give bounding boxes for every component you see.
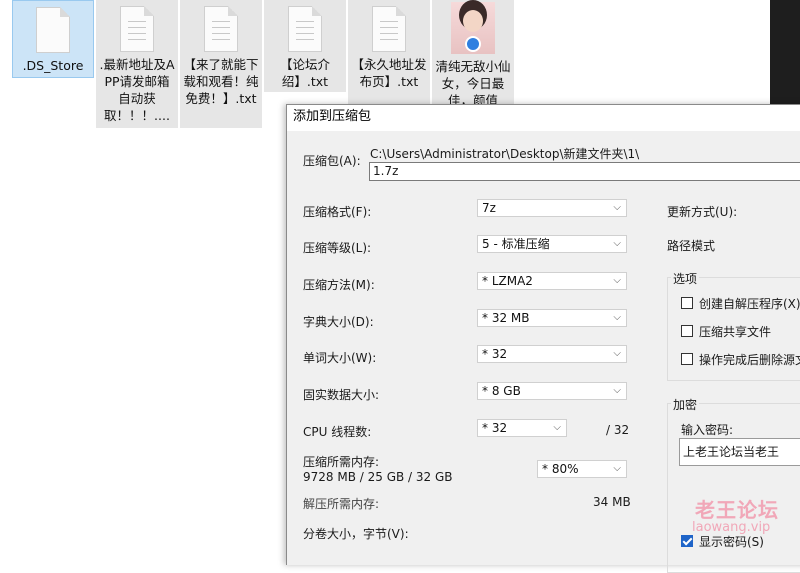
password-input[interactable]: 上老王论坛当老王: [679, 438, 800, 466]
file-video[interactable]: 清纯无敌小仙女，今日最佳，颜值: [432, 0, 514, 104]
word-label: 单词大小(W):: [303, 351, 377, 365]
archive-path: C:\Users\Administrator\Desktop\新建文件夹\1\: [370, 147, 640, 161]
file-icon: [120, 6, 154, 52]
mem-label: 压缩所需内存:: [303, 455, 380, 469]
chevron-down-icon: ⌵: [613, 202, 621, 213]
file-latest-address[interactable]: .最新地址及APP请发邮箱自动获取！！！....: [96, 0, 178, 128]
delete-after-label: 操作完成后删除源文: [699, 353, 800, 367]
video-thumbnail: [451, 2, 495, 54]
player-badge-icon: [465, 36, 481, 52]
dialog-title: 添加到压缩包: [287, 105, 800, 131]
solid-label: 固实数据大小:: [303, 388, 380, 402]
shared-checkbox[interactable]: [681, 325, 693, 337]
mem-percent-select[interactable]: * 80% ⌵: [537, 460, 627, 478]
archive-name-input[interactable]: 1.7z: [369, 162, 800, 181]
file-permanent-address[interactable]: 【永久地址发布页】.txt: [348, 0, 430, 104]
dict-label: 字典大小(D):: [303, 315, 374, 329]
cpu-total: / 32: [606, 423, 630, 437]
word-select[interactable]: * 32 ⌵: [477, 345, 627, 363]
file-name: .最新地址及APP请发邮箱自动获取！！！....: [99, 57, 175, 123]
method-select[interactable]: * LZMA2 ⌵: [477, 272, 627, 290]
file-icon: [288, 6, 322, 52]
file-free-download[interactable]: 【来了就能下载和观看！纯免费！】.txt: [180, 0, 262, 128]
show-password-label: 显示密码(S): [699, 535, 764, 549]
format-label: 压缩格式(F):: [303, 205, 372, 219]
chevron-down-icon: ⌵: [613, 385, 621, 396]
file-icon: [204, 6, 238, 52]
level-select[interactable]: 5 - 标准压缩 ⌵: [477, 235, 627, 253]
file-icon: [36, 7, 70, 53]
encrypt-group-title: 加密: [671, 396, 700, 413]
watermark-url: laowang.vip: [692, 520, 771, 535]
decomp-value: 34 MB: [593, 495, 631, 509]
file-name: 【永久地址发布页】.txt: [351, 57, 427, 89]
volume-label: 分卷大小，字节(V):: [303, 527, 409, 541]
archive-label: 压缩包(A):: [303, 154, 361, 168]
chevron-down-icon: ⌵: [613, 238, 621, 249]
cpu-select[interactable]: * 32 ⌵: [477, 419, 567, 437]
pathmode-label: 路径模式: [667, 239, 716, 253]
solid-select[interactable]: * 8 GB ⌵: [477, 382, 627, 400]
format-select[interactable]: 7z ⌵: [477, 199, 627, 217]
chevron-down-icon: ⌵: [613, 312, 621, 323]
decomp-label: 解压所需内存:: [303, 497, 380, 511]
dict-select[interactable]: * 32 MB ⌵: [477, 309, 627, 327]
chevron-down-icon: ⌵: [613, 348, 621, 359]
sfx-label: 创建自解压程序(X): [699, 297, 800, 311]
file-ds-store[interactable]: .DS_Store: [12, 0, 94, 78]
file-name: 【论坛介绍】.txt: [279, 57, 330, 89]
file-name: 【来了就能下载和观看！纯免费！】.txt: [183, 57, 259, 106]
chevron-down-icon: ⌵: [613, 275, 621, 286]
file-name: .DS_Store: [22, 58, 84, 73]
chevron-down-icon: ⌵: [613, 463, 621, 474]
shared-label: 压缩共享文件: [699, 325, 772, 339]
update-label: 更新方式(U):: [667, 205, 738, 219]
options-group-title: 选项: [671, 270, 700, 287]
background-window: [770, 0, 800, 104]
show-password-checkbox[interactable]: [681, 535, 693, 547]
cpu-label: CPU 线程数:: [303, 425, 372, 439]
watermark-logo: 老王论坛: [695, 498, 779, 522]
method-label: 压缩方法(M):: [303, 278, 375, 292]
delete-after-checkbox[interactable]: [681, 353, 693, 365]
file-icon: [372, 6, 406, 52]
chevron-down-icon: ⌵: [553, 422, 561, 433]
sfx-checkbox[interactable]: [681, 297, 693, 309]
mem-value: 9728 MB / 25 GB / 32 GB: [303, 470, 453, 484]
level-label: 压缩等级(L):: [303, 241, 372, 255]
file-forum-intro[interactable]: 【论坛介绍】.txt: [264, 0, 346, 92]
password-label: 输入密码:: [681, 423, 734, 437]
file-name: 清纯无敌小仙女，今日最佳，颜值: [435, 59, 511, 104]
